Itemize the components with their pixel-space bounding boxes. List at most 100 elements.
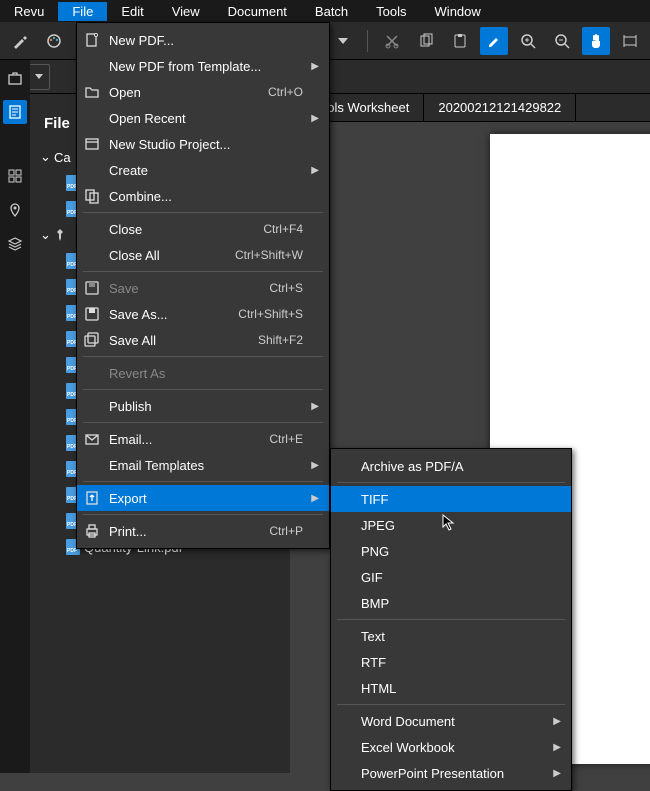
menu-shortcut: Ctrl+P [269,524,303,538]
menu-item-tiff[interactable]: TIFF [331,486,571,512]
divider [367,30,368,52]
menu-label: Text [361,629,545,644]
submenu-arrow-icon: ▶ [311,165,319,176]
cut-icon[interactable] [378,27,406,55]
menu-item-email-templates[interactable]: Email Templates ▶ [77,452,329,478]
menu-item-new-pdf-from-template[interactable]: New PDF from Template...▶ [77,53,329,79]
menu-label: Open [109,85,240,100]
menubar-item-revu[interactable]: Revu [0,2,58,21]
menu-label: PowerPoint Presentation [361,766,545,781]
rail-grid-icon[interactable] [3,164,27,188]
menu-item-new-pdf[interactable]: New PDF... [77,27,329,53]
menu-shortcut: Ctrl+S [269,281,303,295]
print-icon [83,522,101,540]
menu-shortcut: Shift+F2 [258,333,303,347]
menu-label: Open Recent [109,111,303,126]
pin-icon [54,229,66,241]
menu-item-publish[interactable]: Publish ▶ [77,393,329,419]
copy-icon[interactable] [412,27,440,55]
project-icon [83,135,101,153]
menu-label: Excel Workbook [361,740,545,755]
menu-label: Close All [109,248,207,263]
menu-item-close-all[interactable]: Close All Ctrl+Shift+W [77,242,329,268]
menu-label: Save As... [109,307,210,322]
menu-item-export[interactable]: Export▶ [77,485,329,511]
menu-item-new-studio-project[interactable]: New Studio Project... [77,131,329,157]
menu-item-combine[interactable]: Combine... [77,183,329,209]
highlight-icon[interactable] [480,27,508,55]
pan-icon[interactable] [582,27,610,55]
menu-item-save-all[interactable]: Save AllShift+F2 [77,327,329,353]
submenu-arrow-icon: ▶ [553,768,561,779]
menu-item-print[interactable]: Print... Ctrl+P [77,518,329,544]
menu-item-close[interactable]: Close Ctrl+F4 [77,216,329,242]
menu-item-text[interactable]: Text [331,623,571,649]
menu-label: Archive as PDF/A [361,459,545,474]
menubar-item-edit[interactable]: Edit [107,2,157,21]
blank-icon [83,57,101,75]
color-palette-icon[interactable] [40,27,68,55]
saveall-icon [83,331,101,349]
submenu-arrow-icon: ▶ [311,460,319,471]
menu-item-save-as[interactable]: Save As...Ctrl+Shift+S [77,301,329,327]
rail-file-icon[interactable] [3,100,27,124]
blank-icon [83,246,101,264]
dropdown-icon[interactable] [329,27,357,55]
menu-item-open-recent[interactable]: Open Recent ▶ [77,105,329,131]
rail-location-icon[interactable] [3,198,27,222]
menubar-item-file[interactable]: File [58,2,107,21]
menu-item-html[interactable]: HTML [331,675,571,701]
menu-item-archive-as-pdf-a[interactable]: Archive as PDF/A [331,453,571,479]
blank-icon [83,456,101,474]
select-icon[interactable] [616,27,644,55]
menu-label: Publish [109,399,303,414]
rail-briefcase-icon[interactable] [3,66,27,90]
wand-icon[interactable] [6,27,34,55]
menu-item-rtf[interactable]: RTF [331,649,571,675]
menu-item-open[interactable]: Open Ctrl+O [77,79,329,105]
menu-label: Print... [109,524,241,539]
menubar-item-document[interactable]: Document [214,2,301,21]
submenu-arrow-icon: ▶ [311,401,319,412]
menu-separator [83,212,323,213]
menu-label: RTF [361,655,545,670]
zoom-out-icon[interactable] [548,27,576,55]
menu-item-png[interactable]: PNG [331,538,571,564]
rail-layers-icon[interactable] [3,232,27,256]
menubar-item-batch[interactable]: Batch [301,2,362,21]
menu-item-revert-as: Revert As [77,360,329,386]
menu-item-powerpoint-presentation[interactable]: PowerPoint Presentation ▶ [331,760,571,786]
menu-label: Email Templates [109,458,303,473]
blank-icon [83,220,101,238]
menu-label: Close [109,222,235,237]
submenu-arrow-icon: ▶ [553,742,561,753]
chevron-down-icon: ⌄ [40,227,50,243]
blank-icon [83,109,101,127]
menu-item-gif[interactable]: GIF [331,564,571,590]
paste-icon[interactable] [446,27,474,55]
menu-shortcut: Ctrl+F4 [263,222,303,236]
submenu-arrow-icon: ▶ [311,493,319,504]
menu-item-excel-workbook[interactable]: Excel Workbook ▶ [331,734,571,760]
menu-item-jpeg[interactable]: JPEG [331,512,571,538]
menu-item-word-document[interactable]: Word Document▶ [331,708,571,734]
menu-item-bmp[interactable]: BMP [331,590,571,616]
menubar-item-tools[interactable]: Tools [362,2,420,21]
menu-shortcut: Ctrl+O [268,85,303,99]
menubar-item-window[interactable]: Window [421,2,495,21]
menubar-item-view[interactable]: View [158,2,214,21]
saveas-icon [83,305,101,323]
menu-item-email[interactable]: Email...Ctrl+E [77,426,329,452]
menu-separator [337,619,565,620]
zoom-in-icon[interactable] [514,27,542,55]
menu-item-create[interactable]: Create▶ [77,157,329,183]
submenu-arrow-icon: ▶ [311,113,319,124]
chevron-down-icon: ⌄ [40,149,50,165]
menu-shortcut: Ctrl+Shift+W [235,248,303,262]
menu-separator [337,704,565,705]
menu-label: Revert As [109,366,303,381]
blank-icon [83,397,101,415]
document-tab[interactable]: 20200212121429822 [424,94,576,121]
export-icon [83,489,101,507]
blank-icon [83,161,101,179]
